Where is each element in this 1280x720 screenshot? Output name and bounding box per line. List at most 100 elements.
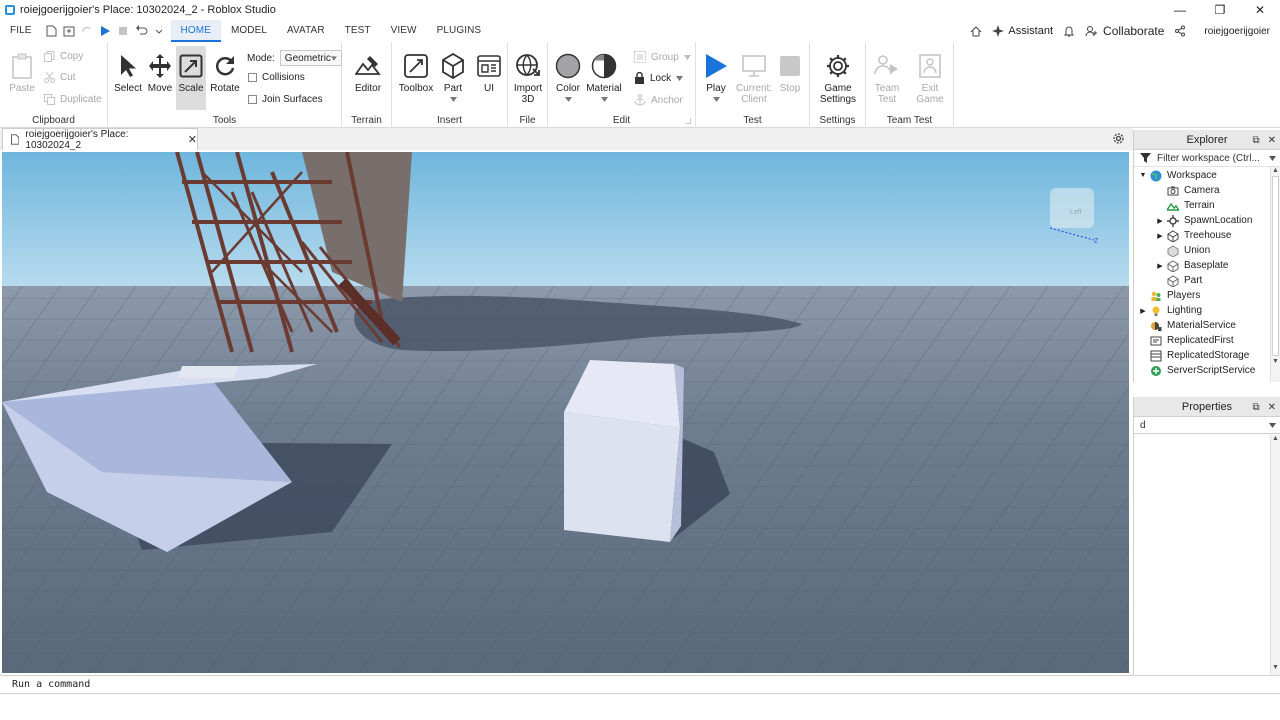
properties-close-icon[interactable]: ✕ [1268,402,1276,413]
join-surfaces-toggle[interactable]: Join Surfaces [248,94,323,105]
explorer-item-replicatedstorage[interactable]: ReplicatedStorage [1134,348,1280,363]
select-tool-button[interactable]: Select [114,52,142,94]
command-bar[interactable]: Run a command [0,675,1280,694]
collisions-checkbox[interactable] [248,73,257,82]
cloud-icon[interactable] [970,25,982,37]
3d-viewport[interactable]: Left Z [2,152,1129,673]
notification-bell-icon[interactable] [1063,25,1075,37]
explorer-scroll-up[interactable]: ▲ [1271,167,1280,174]
explorer-undock-icon[interactable]: ⧉ [1252,135,1259,146]
terrain-editor-button[interactable]: Editor [352,52,384,94]
filter-dropdown-icon[interactable] [1269,156,1276,161]
play-dropdown-icon[interactable] [712,97,720,102]
file-menu[interactable]: FILE [0,20,42,42]
open-file-icon[interactable] [63,25,75,37]
expand-arrow-icon[interactable]: ▶ [1155,217,1165,225]
expand-arrow-icon[interactable]: ▶ [1138,307,1148,315]
properties-scroll-up[interactable]: ▲ [1271,435,1280,442]
viewport-settings-gear-icon[interactable] [1112,132,1125,145]
explorer-item-spawnlocation[interactable]: ▶ SpawnLocation [1134,213,1280,228]
expand-arrow-icon[interactable]: ▶ [1155,262,1165,270]
color-button[interactable]: Color [552,52,584,102]
game-settings-button[interactable]: Game Settings [818,52,858,105]
explorer-scroll-down[interactable]: ▼ [1271,358,1280,365]
collaborate-button[interactable]: Collaborate [1085,24,1164,38]
stop-quick-icon[interactable] [117,25,129,37]
properties-filter[interactable]: d [1134,417,1280,434]
explorer-item-part[interactable]: Part [1134,273,1280,288]
tab-home[interactable]: HOME [170,20,221,42]
play-button[interactable]: Play [700,52,732,102]
properties-filter-input[interactable]: d [1140,420,1146,431]
explorer-item-serverscriptservice[interactable]: ServerScriptService [1134,363,1280,378]
current-client-button[interactable]: Current: Client [734,52,774,105]
stop-button[interactable]: Stop [776,52,804,94]
edit-group-expand-icon[interactable] [685,118,691,124]
redo-file-icon[interactable] [81,25,93,37]
material-button[interactable]: Material [586,52,622,102]
exit-game-button[interactable]: Exit Game [914,52,946,105]
copy-button[interactable]: Copy [44,51,83,62]
customize-dropdown-icon[interactable] [155,25,163,37]
import-3d-button[interactable]: Import 3D [512,52,544,105]
rotate-tool-button[interactable]: Rotate [210,52,240,94]
maximize-button[interactable]: ❐ [1200,0,1240,20]
minimize-button[interactable]: — [1160,0,1200,20]
undo-icon[interactable] [135,25,149,37]
tab-model[interactable]: MODEL [221,20,277,42]
spawn-location-decal[interactable] [177,366,239,378]
expand-arrow-icon[interactable]: ▶ [1155,232,1165,240]
username-label[interactable]: roiejgoerijgoier [1204,26,1270,37]
properties-scrollbar[interactable]: ▲ ▼ [1270,435,1280,675]
explorer-item-union[interactable]: Union [1134,243,1280,258]
close-window-button[interactable]: ✕ [1240,0,1280,20]
explorer-item-lighting[interactable]: ▶ Lighting [1134,303,1280,318]
assistant-button[interactable]: Assistant [992,25,1053,37]
explorer-filter[interactable]: Filter workspace (Ctrl... [1134,150,1280,167]
collisions-toggle[interactable]: Collisions [248,72,305,83]
explorer-scroll-thumb[interactable] [1272,176,1279,356]
paste-button[interactable]: Paste [6,52,38,94]
properties-filter-dropdown-icon[interactable] [1269,423,1276,428]
share-icon[interactable] [1174,25,1186,37]
toolbox-button[interactable]: Toolbox [398,52,434,94]
explorer-item-treehouse[interactable]: ▶ Treehouse [1134,228,1280,243]
cut-button[interactable]: Cut [44,72,76,83]
group-button[interactable]: Group [634,51,691,63]
explorer-filter-input[interactable]: Filter workspace (Ctrl... [1157,153,1260,164]
anchor-button[interactable]: Anchor [634,94,683,106]
scale-tool-button[interactable]: Scale [177,52,205,94]
explorer-item-workspace[interactable]: ▼ Workspace [1134,168,1280,183]
team-test-button[interactable]: Team Test [872,52,902,105]
viewport-scene[interactable]: Left Z [2,152,1129,673]
ui-button[interactable]: UI [474,52,504,94]
duplicate-button[interactable]: Duplicate [44,94,102,105]
close-tab-icon[interactable]: ✕ [188,133,197,146]
properties-undock-icon[interactable]: ⧉ [1252,402,1259,413]
tab-avatar[interactable]: AVATAR [277,20,335,42]
command-input[interactable]: Run a command [12,679,90,690]
explorer-item-replicatedfirst[interactable]: ReplicatedFirst [1134,333,1280,348]
move-tool-button[interactable]: Move [146,52,174,94]
tab-plugins[interactable]: PLUGINS [427,20,492,42]
explorer-item-baseplate[interactable]: ▶ Baseplate [1134,258,1280,273]
part-dropdown-icon[interactable] [449,97,457,102]
explorer-close-icon[interactable]: ✕ [1268,135,1276,146]
expand-arrow-icon[interactable]: ▼ [1138,172,1148,179]
play-quick-icon[interactable] [99,25,111,37]
explorer-scrollbar[interactable]: ▲ ▼ [1270,167,1280,382]
lock-button[interactable]: Lock [634,72,684,84]
explorer-item-terrain[interactable]: Terrain [1134,198,1280,213]
explorer-item-camera[interactable]: Camera [1134,183,1280,198]
material-dropdown-icon[interactable] [600,97,608,102]
part-button[interactable]: Part [438,52,468,102]
place-document-tab[interactable]: roiejgoerijgoier's Place: 10302024_2 ✕ [2,128,198,151]
new-file-icon[interactable] [46,25,57,37]
tab-test[interactable]: TEST [335,20,381,42]
join-surfaces-checkbox[interactable] [248,95,257,104]
explorer-item-players[interactable]: Players [1134,288,1280,303]
tab-view[interactable]: VIEW [381,20,427,42]
properties-scroll-down[interactable]: ▼ [1271,664,1280,671]
explorer-item-materialservice[interactable]: MaterialService [1134,318,1280,333]
mode-dropdown[interactable]: Geometric [279,50,342,66]
